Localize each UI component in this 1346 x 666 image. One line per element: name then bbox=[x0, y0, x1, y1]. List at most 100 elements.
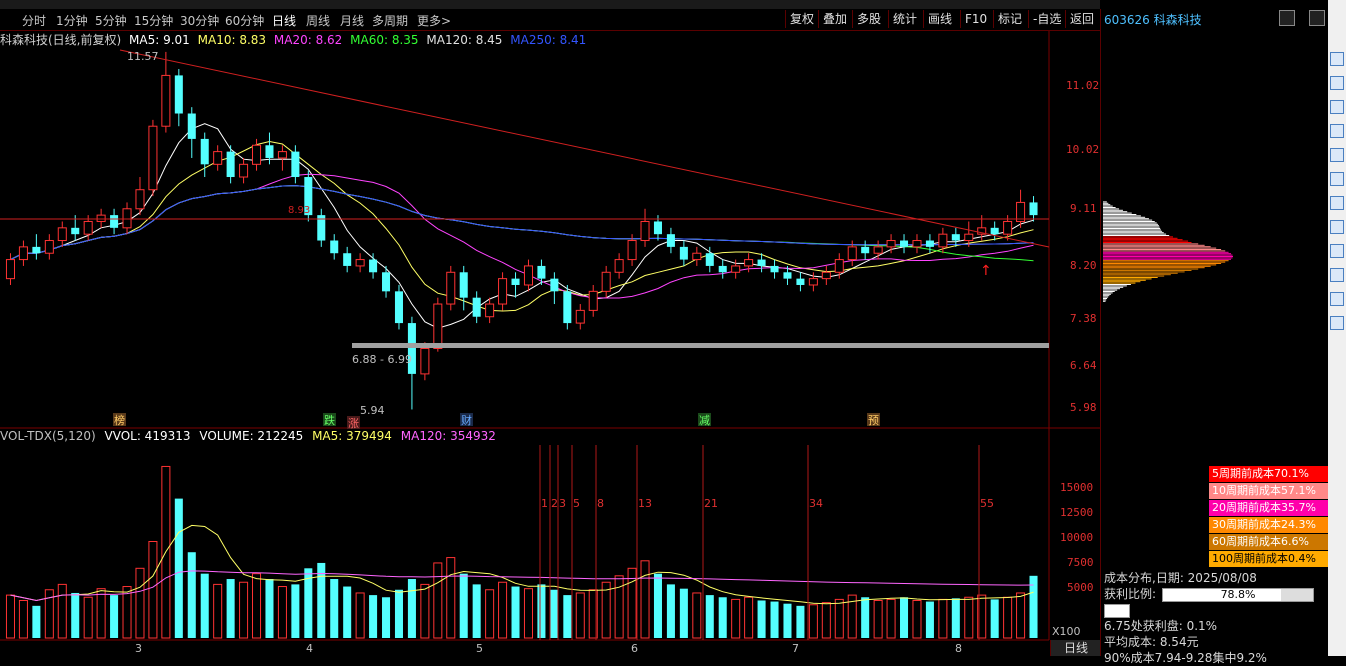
candle bbox=[575, 304, 585, 330]
chip-bar bbox=[1103, 258, 1232, 260]
ma-line-ma5 bbox=[10, 123, 1034, 329]
volume-bar bbox=[96, 588, 106, 639]
candle bbox=[783, 265, 792, 285]
cycle-label-55: 55 bbox=[980, 497, 994, 510]
chip-bar bbox=[1103, 223, 1159, 225]
candle bbox=[640, 208, 650, 247]
stock-name: 科森科技 bbox=[1153, 13, 1202, 27]
side-tool-icon[interactable] bbox=[1330, 100, 1344, 114]
candle bbox=[135, 177, 145, 216]
volume-bar bbox=[213, 583, 223, 639]
volume-bar bbox=[550, 589, 559, 638]
cycle-label-8: 8 bbox=[597, 497, 604, 510]
candle bbox=[796, 272, 805, 292]
side-tool-icon[interactable] bbox=[1330, 220, 1344, 234]
x-tick-3: 3 bbox=[135, 642, 142, 655]
volume-bar bbox=[200, 573, 209, 638]
volume-bar bbox=[744, 596, 754, 639]
side-tool-icon[interactable] bbox=[1330, 196, 1344, 210]
chip-bar bbox=[1103, 271, 1185, 273]
volume-bar bbox=[537, 584, 546, 638]
side-tool-icon[interactable] bbox=[1330, 316, 1344, 330]
average-cost: 平均成本: 8.54元 bbox=[1104, 635, 1199, 649]
panel-icons bbox=[1269, 10, 1325, 26]
chip-bar bbox=[1103, 277, 1158, 278]
chip-bar bbox=[1103, 257, 1233, 259]
volume-bar bbox=[718, 597, 727, 638]
volume-bar bbox=[355, 592, 365, 639]
price-tick-2: 10.02 bbox=[1066, 143, 1099, 156]
chip-bar bbox=[1103, 278, 1152, 280]
chip-bar bbox=[1103, 275, 1165, 277]
chip-bar bbox=[1103, 279, 1146, 281]
candle bbox=[110, 208, 119, 235]
cost-row-60: 60周期前成本6.6% bbox=[1209, 534, 1329, 550]
event-tag-yu[interactable]: 预 bbox=[868, 414, 879, 427]
event-tag-cai[interactable]: 财 bbox=[461, 413, 472, 427]
chip-bar bbox=[1103, 219, 1153, 221]
x-tick-4: 4 bbox=[306, 642, 313, 655]
chip-bar bbox=[1103, 253, 1232, 255]
cost-date: 成本分布,日期: 2025/08/08 bbox=[1104, 571, 1257, 585]
volume-bar bbox=[110, 595, 119, 638]
volume-bar bbox=[148, 541, 158, 639]
event-tag-zhang[interactable]: 涨 bbox=[348, 417, 359, 430]
volume-bar bbox=[5, 594, 15, 639]
volume-bar bbox=[964, 596, 974, 639]
chip-bar bbox=[1103, 291, 1115, 292]
chip-bar bbox=[1103, 228, 1161, 229]
volume-bar bbox=[57, 583, 67, 639]
volume-bar bbox=[900, 597, 909, 638]
side-tool-icon[interactable] bbox=[1330, 292, 1344, 306]
volume-bar bbox=[1016, 592, 1026, 639]
side-tool-icon[interactable] bbox=[1330, 172, 1344, 186]
candle bbox=[57, 221, 67, 247]
price-tick-3: 9.11 bbox=[1070, 202, 1097, 215]
candle bbox=[498, 272, 508, 311]
cycle-label-2: 2 bbox=[551, 497, 558, 510]
vol-tick-1: 15000 bbox=[1060, 481, 1093, 494]
kline-chart[interactable]: 11.57 5.94 6.88 - 6.99 8.93 ↑ 榜 跌 涨 财 减 … bbox=[0, 0, 1100, 656]
cost-row-10: 10周期前成本57.1% bbox=[1209, 483, 1329, 499]
volume-bar bbox=[407, 579, 416, 638]
cycle-label-21: 21 bbox=[704, 497, 718, 510]
volume-bar bbox=[653, 573, 662, 638]
price-tick-1: 11.02 bbox=[1066, 79, 1099, 92]
side-tool-icon[interactable] bbox=[1330, 52, 1344, 66]
candle bbox=[174, 69, 183, 127]
cost-distribution-panel: 603626 科森科技 5周期前成本70.1% 10周期前成本57.1% 20周… bbox=[1100, 9, 1329, 665]
volume-bar bbox=[821, 602, 831, 639]
chip-bar bbox=[1103, 221, 1155, 222]
candle bbox=[122, 202, 132, 235]
side-tool-icon[interactable] bbox=[1330, 148, 1344, 162]
x-tick-5: 5 bbox=[476, 642, 483, 655]
event-tag-die[interactable]: 跌 bbox=[324, 413, 335, 427]
chip-bar bbox=[1103, 230, 1163, 232]
event-tags: 榜 跌 涨 财 减 预 bbox=[113, 413, 880, 430]
time-axis: 3 4 5 6 7 8 bbox=[135, 642, 962, 655]
cycle-label-13: 13 bbox=[638, 497, 652, 510]
event-tag-jian[interactable]: 减 bbox=[699, 414, 710, 427]
chip-bar bbox=[1103, 201, 1107, 203]
volume-bars bbox=[5, 465, 1038, 639]
flag-icon[interactable] bbox=[1279, 10, 1296, 26]
profit-ratio-end bbox=[1104, 603, 1130, 618]
volume-bar bbox=[808, 604, 818, 639]
side-tool-icon[interactable] bbox=[1330, 268, 1344, 282]
candle bbox=[1029, 196, 1038, 222]
side-tool-icon[interactable] bbox=[1330, 76, 1344, 90]
volume-unit: X100 bbox=[1052, 625, 1081, 638]
chip-bar bbox=[1103, 212, 1132, 214]
cost-concentration: 90%成本7.94-9.28集中9.2% bbox=[1104, 651, 1267, 665]
side-tool-icon[interactable] bbox=[1330, 124, 1344, 138]
chip-bar bbox=[1103, 202, 1109, 204]
candle bbox=[343, 246, 352, 273]
bottom-period-tab[interactable]: 日线 bbox=[1050, 640, 1101, 656]
event-tag-bang[interactable]: 榜 bbox=[114, 413, 125, 427]
chip-bar bbox=[1103, 293, 1111, 295]
cycle-label-34: 34 bbox=[809, 497, 823, 510]
expand-icon[interactable] bbox=[1309, 10, 1325, 26]
candle bbox=[277, 145, 287, 171]
volume-bar bbox=[277, 586, 287, 639]
side-tool-icon[interactable] bbox=[1330, 244, 1344, 258]
